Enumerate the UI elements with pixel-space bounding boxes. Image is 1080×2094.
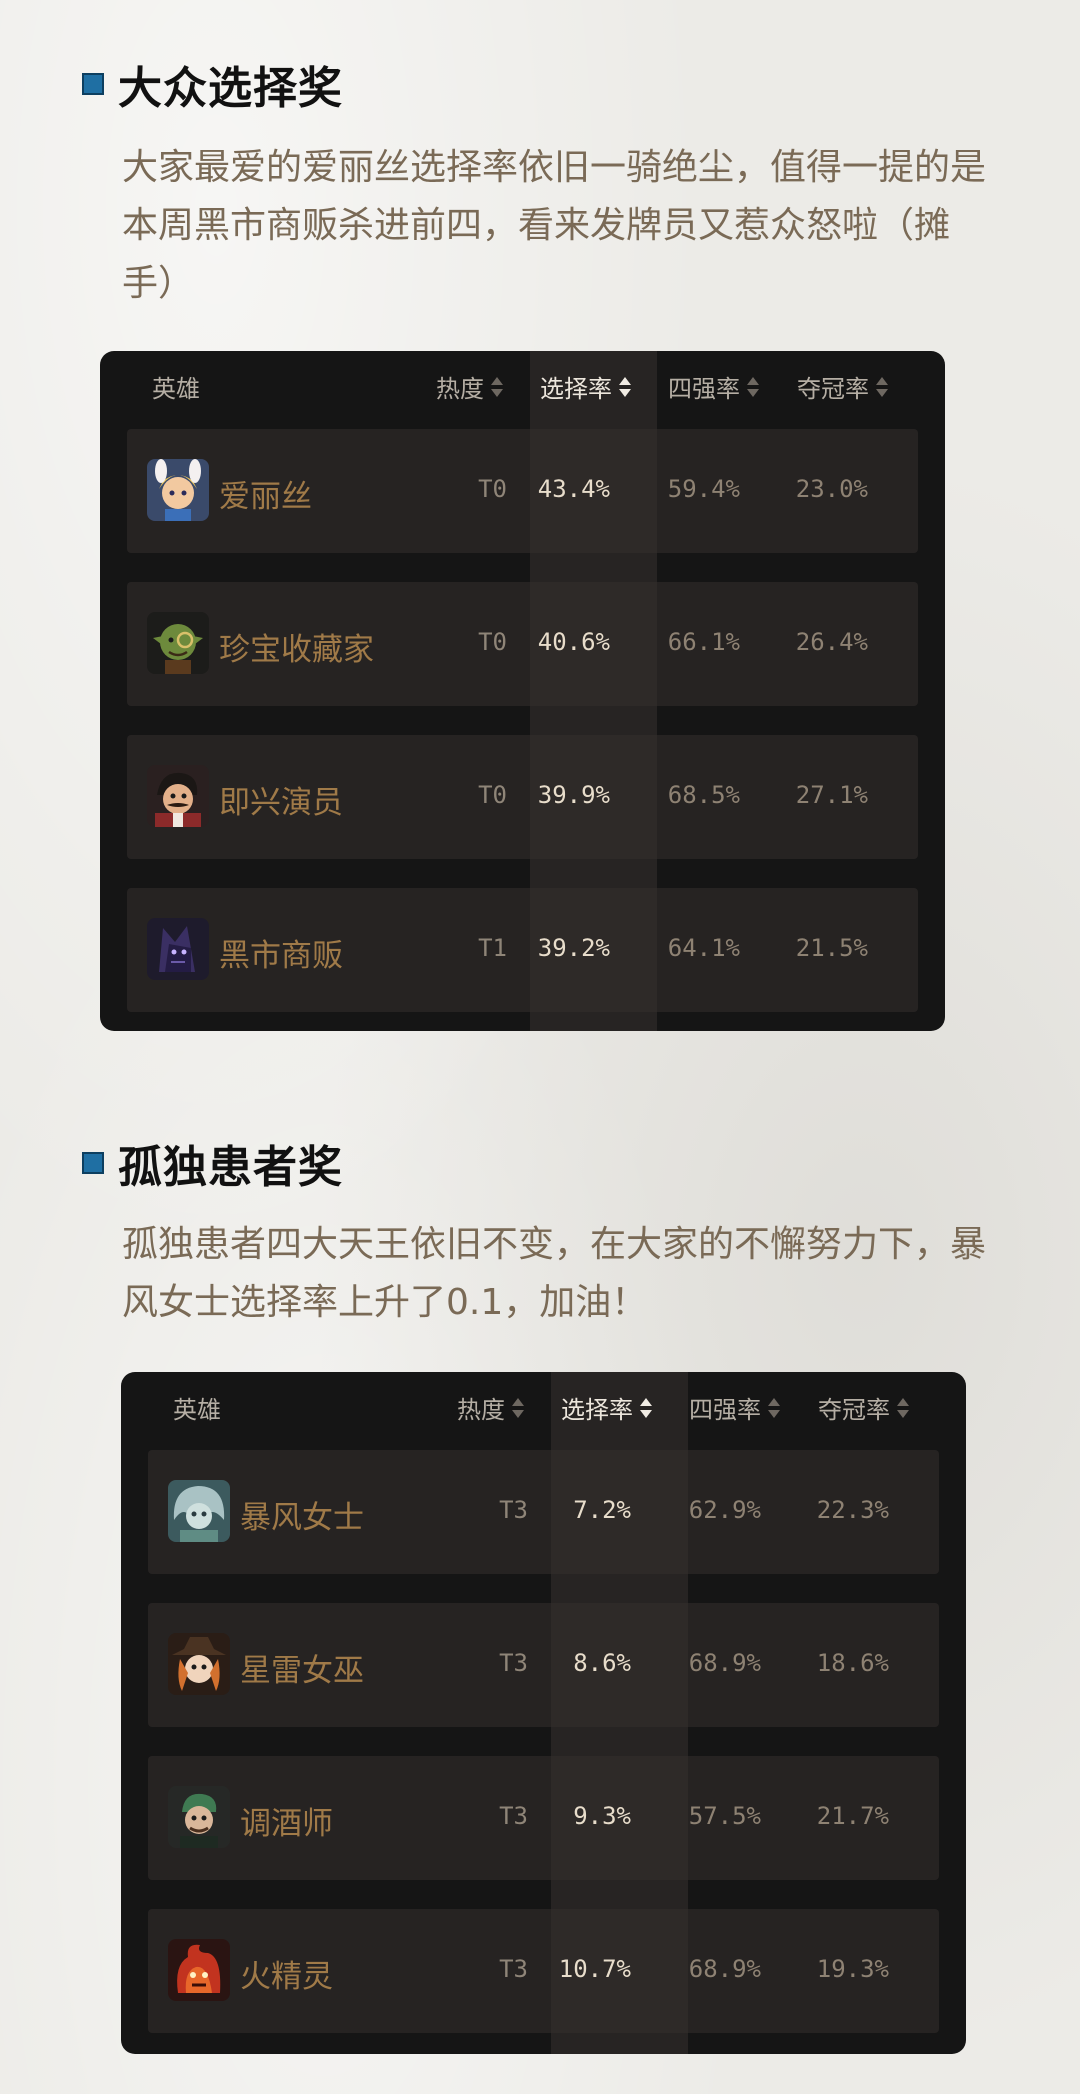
table-row[interactable]: 火精灵 T3 10.7% 68.9% 19.3% [148, 1909, 939, 2033]
table-row[interactable]: 调酒师 T3 9.3% 57.5% 21.7% [148, 1756, 939, 1880]
header-win-rate[interactable]: 夺冠率 [797, 369, 889, 404]
table-row[interactable]: 星雷女巫 T3 8.6% 68.9% 18.6% [148, 1603, 939, 1727]
heat-tier: T0 [478, 628, 507, 656]
header-top4-rate[interactable]: 四强率 [668, 369, 760, 404]
pick-rate: 43.4% [537, 475, 610, 503]
table-row[interactable]: 珍宝收藏家 T0 40.6% 66.1% 26.4% [127, 582, 918, 706]
black-market-avatar-icon [147, 918, 209, 980]
hero-stats-table: 英雄 热度 选择率 四强率 夺冠率 爱丽丝 T0 43.4% 59.4% 23.… [100, 351, 945, 1031]
pick-rate: 10.7% [558, 1955, 631, 1983]
pick-rate: 39.9% [537, 781, 610, 809]
section-title: 大众选择奖 [118, 63, 343, 114]
top4-rate: 68.5% [667, 781, 740, 809]
heat-tier: T3 [499, 1649, 528, 1677]
heat-tier: T0 [478, 781, 507, 809]
sort-icon [490, 376, 504, 398]
win-rate: 23.0% [795, 475, 868, 503]
win-rate: 21.5% [795, 934, 868, 962]
sort-icon [511, 1397, 525, 1419]
top4-rate: 68.9% [688, 1649, 761, 1677]
header-hero: 英雄 [152, 375, 200, 403]
bartender-avatar-icon [168, 1786, 230, 1848]
table-row[interactable]: 即兴演员 T0 39.9% 68.5% 27.1% [127, 735, 918, 859]
hero-name: 调酒师 [240, 1806, 333, 1842]
section-heading: 大众选择奖 [82, 52, 343, 116]
table-row[interactable]: 暴风女士 T3 7.2% 62.9% 22.3% [148, 1450, 939, 1574]
top4-rate: 66.1% [667, 628, 740, 656]
section-paragraph: 孤独患者四大天王依旧不变，在大家的不懈努力下，暴风女士选择率上升了0.1，加油！ [122, 1224, 987, 1323]
header-win-rate[interactable]: 夺冠率 [818, 1390, 910, 1425]
top4-rate: 57.5% [688, 1802, 761, 1830]
hero-name: 暴风女士 [240, 1500, 364, 1536]
header-heat[interactable]: 热度 [436, 369, 504, 404]
win-rate: 26.4% [795, 628, 868, 656]
top4-rate: 64.1% [667, 934, 740, 962]
collector-avatar-icon [147, 612, 209, 674]
top4-rate: 62.9% [688, 1496, 761, 1524]
pick-rate: 9.3% [573, 1802, 631, 1830]
sort-icon [767, 1397, 781, 1419]
hero-name: 黑市商贩 [219, 938, 343, 974]
table-row[interactable]: 黑市商贩 T1 39.2% 64.1% 21.5% [127, 888, 918, 1012]
section-title: 孤独患者奖 [118, 1142, 343, 1193]
hero-name: 即兴演员 [219, 785, 343, 821]
table-header: 英雄 热度 选择率 四强率 夺冠率 [100, 351, 945, 417]
heat-tier: T3 [499, 1496, 528, 1524]
pick-rate: 39.2% [537, 934, 610, 962]
win-rate: 21.7% [816, 1802, 889, 1830]
sort-icon [618, 376, 632, 398]
hero-name: 珍宝收藏家 [219, 632, 374, 668]
heat-tier: T0 [478, 475, 507, 503]
hero-name: 火精灵 [240, 1959, 333, 1995]
pick-rate: 40.6% [537, 628, 610, 656]
sort-icon [896, 1397, 910, 1419]
header-heat[interactable]: 热度 [457, 1390, 525, 1425]
heat-tier: T3 [499, 1802, 528, 1830]
win-rate: 19.3% [816, 1955, 889, 1983]
win-rate: 27.1% [795, 781, 868, 809]
heading-square-icon [82, 73, 104, 95]
heat-tier: T1 [478, 934, 507, 962]
header-pick-rate[interactable]: 选择率 [540, 369, 632, 404]
sort-icon [639, 1397, 653, 1419]
improviser-avatar-icon [147, 765, 209, 827]
sort-icon [746, 376, 760, 398]
hero-stats-table: 英雄 热度 选择率 四强率 夺冠率 暴风女士 T3 7.2% 62.9% 22.… [121, 1372, 966, 2054]
hero-name: 爱丽丝 [219, 479, 312, 515]
header-hero: 英雄 [173, 1396, 221, 1424]
section-heading: 孤独患者奖 [82, 1131, 343, 1195]
hero-name: 星雷女巫 [240, 1653, 364, 1689]
thunder-witch-avatar-icon [168, 1633, 230, 1695]
heat-tier: T3 [499, 1955, 528, 1983]
storm-lady-avatar-icon [168, 1480, 230, 1542]
sort-icon [875, 376, 889, 398]
top4-rate: 59.4% [667, 475, 740, 503]
top4-rate: 68.9% [688, 1955, 761, 1983]
win-rate: 18.6% [816, 1649, 889, 1677]
win-rate: 22.3% [816, 1496, 889, 1524]
heading-square-icon [82, 1152, 104, 1174]
table-row[interactable]: 爱丽丝 T0 43.4% 59.4% 23.0% [127, 429, 918, 553]
pick-rate: 8.6% [573, 1649, 631, 1677]
fire-spirit-avatar-icon [168, 1939, 230, 2001]
header-top4-rate[interactable]: 四强率 [689, 1390, 781, 1425]
section-paragraph: 大家最爱的爱丽丝选择率依旧一骑绝尘，值得一提的是本周黑市商贩杀进前四，看来发牌员… [122, 147, 987, 304]
pick-rate: 7.2% [573, 1496, 631, 1524]
header-pick-rate[interactable]: 选择率 [561, 1390, 653, 1425]
alice-avatar-icon [147, 459, 209, 521]
table-header: 英雄 热度 选择率 四强率 夺冠率 [121, 1372, 966, 1438]
